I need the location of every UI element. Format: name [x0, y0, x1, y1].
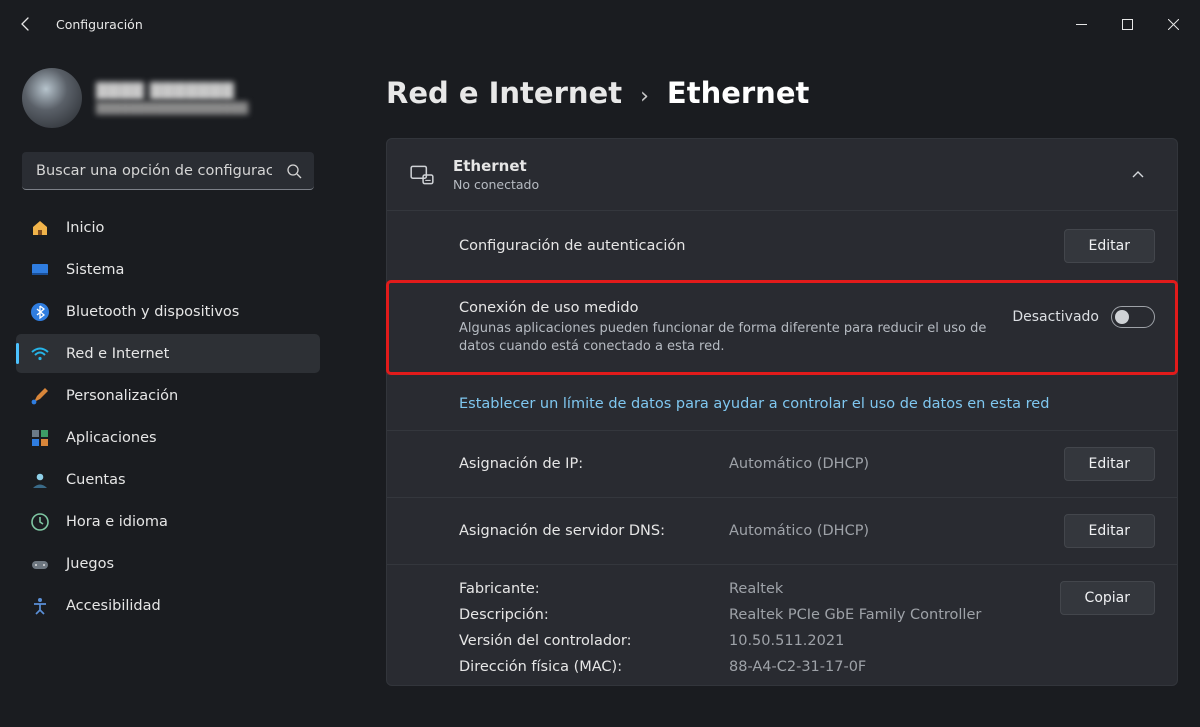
arrow-left-icon	[18, 16, 34, 32]
nav-item-games[interactable]: Juegos	[16, 544, 320, 583]
nav-item-network[interactable]: Red e Internet	[16, 334, 320, 373]
search-field[interactable]	[22, 152, 314, 190]
metered-desc: Algunas aplicaciones pueden funcionar de…	[459, 320, 992, 356]
metered-toggle[interactable]	[1111, 306, 1155, 328]
close-button[interactable]	[1150, 8, 1196, 40]
minimize-icon	[1076, 19, 1087, 30]
ip-value: Automático (DHCP)	[729, 456, 1064, 472]
ethernet-card: Ethernet No conectado Configuración de a…	[386, 138, 1178, 686]
dns-label: Asignación de servidor DNS:	[459, 523, 729, 539]
window-title: Configuración	[56, 17, 143, 32]
nav-item-time[interactable]: Hora e idioma	[16, 502, 320, 541]
info-row: Fabricante:Realtek	[459, 581, 1060, 597]
gamepad-icon	[30, 554, 50, 574]
sidebar: ████ ███████ ██████████████████ Inicio S…	[0, 48, 330, 727]
home-icon	[30, 218, 50, 238]
accessibility-icon	[30, 596, 50, 616]
nav-label: Cuentas	[66, 472, 126, 488]
ethernet-icon	[409, 162, 435, 188]
info-row: Versión del controlador:10.50.511.2021	[459, 633, 1060, 649]
auth-label: Configuración de autenticación	[459, 238, 1044, 254]
close-icon	[1168, 19, 1179, 30]
apps-icon	[30, 428, 50, 448]
profile-email: ██████████████████	[96, 102, 248, 115]
titlebar: Configuración	[0, 0, 1200, 48]
nav: Inicio Sistema Bluetooth y dispositivos …	[16, 208, 320, 625]
chevron-right-icon: ›	[640, 84, 649, 109]
minimize-button[interactable]	[1058, 8, 1104, 40]
adapter-info-section: Fabricante:Realtek Descripción:Realtek P…	[387, 564, 1177, 685]
copy-info-button[interactable]: Copiar	[1060, 581, 1155, 615]
chevron-up-icon	[1131, 168, 1145, 182]
bluetooth-icon	[30, 302, 50, 322]
brush-icon	[30, 386, 50, 406]
dns-section: Asignación de servidor DNS: Automático (…	[387, 497, 1177, 564]
info-row: Descripción:Realtek PCIe GbE Family Cont…	[459, 607, 1060, 623]
nav-item-apps[interactable]: Aplicaciones	[16, 418, 320, 457]
ip-section: Asignación de IP: Automático (DHCP) Edit…	[387, 430, 1177, 497]
nav-item-accessibility[interactable]: Accesibilidad	[16, 586, 320, 625]
maximize-button[interactable]	[1104, 8, 1150, 40]
expand-toggle[interactable]	[1121, 158, 1155, 192]
main-content: Red e Internet › Ethernet Ethernet No co…	[330, 48, 1200, 727]
back-button[interactable]	[4, 2, 48, 46]
nav-item-home[interactable]: Inicio	[16, 208, 320, 247]
profile-name: ████ ███████	[96, 82, 248, 100]
ip-edit-button[interactable]: Editar	[1064, 447, 1155, 481]
nav-item-bluetooth[interactable]: Bluetooth y dispositivos	[16, 292, 320, 331]
nav-label: Aplicaciones	[66, 430, 157, 446]
nav-label: Red e Internet	[66, 346, 169, 362]
nav-label: Accesibilidad	[66, 598, 161, 614]
nav-label: Bluetooth y dispositivos	[66, 304, 239, 320]
nav-label: Sistema	[66, 262, 124, 278]
datalimit-row: Establecer un límite de datos para ayuda…	[387, 374, 1177, 430]
nav-item-system[interactable]: Sistema	[16, 250, 320, 289]
window-controls	[1058, 8, 1196, 40]
datalimit-link[interactable]: Establecer un límite de datos para ayuda…	[459, 396, 1049, 412]
breadcrumb-root[interactable]: Red e Internet	[386, 76, 622, 110]
nav-label: Juegos	[66, 556, 114, 572]
metered-section: Conexión de uso medido Algunas aplicacio…	[387, 281, 1177, 374]
breadcrumb: Red e Internet › Ethernet	[386, 76, 1178, 110]
nav-label: Personalización	[66, 388, 178, 404]
nav-label: Hora e idioma	[66, 514, 168, 530]
dns-edit-button[interactable]: Editar	[1064, 514, 1155, 548]
metered-title: Conexión de uso medido	[459, 300, 992, 316]
clock-globe-icon	[30, 512, 50, 532]
nav-label: Inicio	[66, 220, 104, 236]
auth-section: Configuración de autenticación Editar	[387, 210, 1177, 281]
wifi-icon	[30, 344, 50, 364]
metered-toggle-group: Desactivado	[1012, 306, 1155, 328]
ip-label: Asignación de IP:	[459, 456, 729, 472]
ethernet-status: No conectado	[453, 177, 539, 192]
search-input[interactable]	[22, 152, 314, 190]
nav-item-personalization[interactable]: Personalización	[16, 376, 320, 415]
auth-edit-button[interactable]: Editar	[1064, 229, 1155, 263]
maximize-icon	[1122, 19, 1133, 30]
metered-state: Desactivado	[1012, 309, 1099, 325]
user-icon	[30, 470, 50, 490]
nav-item-accounts[interactable]: Cuentas	[16, 460, 320, 499]
dns-value: Automático (DHCP)	[729, 523, 1064, 539]
ethernet-header[interactable]: Ethernet No conectado	[387, 139, 1177, 210]
avatar	[22, 68, 82, 128]
profile[interactable]: ████ ███████ ██████████████████	[16, 62, 320, 148]
info-row: Dirección física (MAC):88-A4-C2-31-17-0F	[459, 659, 1060, 675]
ethernet-title: Ethernet	[453, 157, 539, 175]
breadcrumb-current: Ethernet	[667, 76, 809, 110]
system-icon	[30, 260, 50, 280]
